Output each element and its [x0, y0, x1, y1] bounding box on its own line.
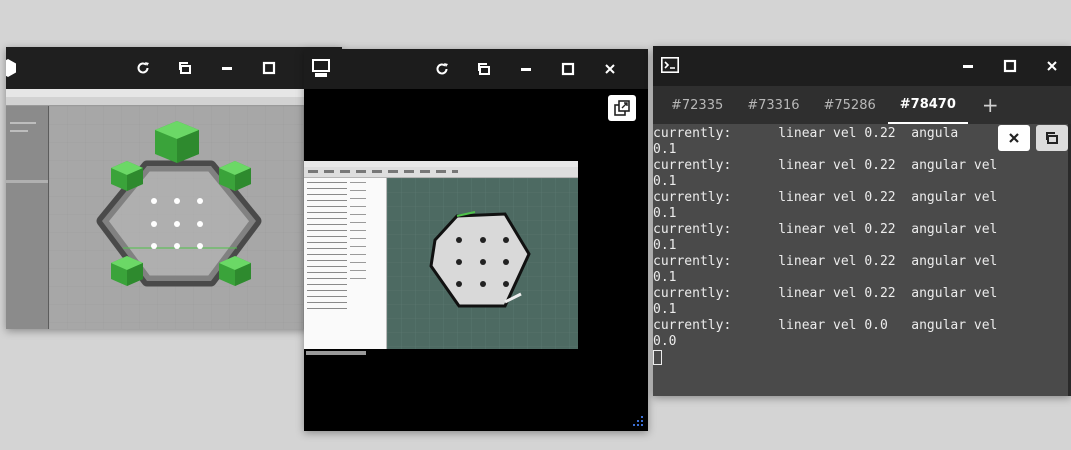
- terminal-line: 0.1: [653, 142, 677, 157]
- app-logo-icon: [6, 59, 16, 81]
- gazebo-menu-bar[interactable]: [6, 89, 342, 97]
- gazebo-app: [6, 89, 342, 329]
- gazebo-3d-scene[interactable]: [49, 106, 303, 329]
- maximize-icon: [561, 62, 575, 76]
- terminal-line: currently: linear vel 0.0 angular vel: [653, 318, 998, 333]
- maximize-icon: [262, 61, 276, 75]
- gazebo-window[interactable]: [6, 47, 342, 329]
- restore-icon: [1046, 132, 1058, 144]
- terminal-line: currently: linear vel 0.22 angular vel: [653, 190, 998, 205]
- terminal-line: currently: linear vel 0.22 angular vel: [653, 222, 998, 237]
- remote-desktop-icon: [312, 59, 330, 83]
- minimize-icon: [963, 65, 973, 68]
- terminal-line: 0.1: [653, 206, 677, 221]
- map-render: [387, 178, 578, 349]
- vnc-remote-screen[interactable]: [304, 89, 648, 431]
- terminal-line: 0.1: [653, 174, 677, 189]
- add-tab-button[interactable]: +: [968, 93, 1023, 117]
- restore-button[interactable]: [170, 53, 200, 83]
- close-icon: [605, 64, 615, 74]
- terminal-close-button[interactable]: [1037, 51, 1067, 81]
- close-icon: [1009, 133, 1019, 143]
- terminal-window[interactable]: #72335 #73316 #75286 #78470 + currently:…: [653, 46, 1071, 396]
- vnc-window[interactable]: [304, 49, 648, 431]
- vnc-maximize-button[interactable]: [553, 54, 583, 84]
- terminal-line: currently: linear vel 0.22 angular vel: [653, 158, 998, 173]
- terminal-minimize-button[interactable]: [953, 51, 983, 81]
- tab-78470[interactable]: #78470: [887, 86, 968, 124]
- terminal-line: 0.1: [653, 238, 677, 253]
- terminal-line: currently: linear vel 0.22 angular vel: [653, 254, 998, 269]
- terminal-line: currently: linear vel 0.22 angular vel: [653, 286, 998, 301]
- vnc-refresh-button[interactable]: [427, 54, 457, 84]
- rviz-displays-panel[interactable]: [304, 178, 387, 349]
- vnc-minimize-button[interactable]: [511, 54, 541, 84]
- refresh-button[interactable]: [128, 53, 158, 83]
- gazebo-titlebar[interactable]: [6, 47, 342, 89]
- vnc-status-text: [306, 351, 366, 355]
- resize-grip-icon[interactable]: [632, 415, 644, 427]
- terminal-text: currently: linear vel 0.22 angula 0.1 cu…: [653, 124, 1068, 368]
- terminal-output[interactable]: currently: linear vel 0.22 angula 0.1 cu…: [653, 124, 1068, 396]
- vnc-restore-button[interactable]: [469, 54, 499, 84]
- refresh-icon: [436, 63, 448, 75]
- floating-close-button[interactable]: [998, 125, 1030, 151]
- minimize-icon: [521, 68, 531, 71]
- terminal-cursor: [653, 350, 662, 365]
- minimize-button[interactable]: [212, 53, 242, 83]
- gazebo-toolbar[interactable]: [6, 97, 342, 106]
- tab-73316[interactable]: #73316: [735, 86, 811, 124]
- rviz-3d-view[interactable]: [387, 178, 578, 349]
- restore-icon: [478, 63, 490, 75]
- terminal-line: 0.1: [653, 270, 677, 285]
- maximize-icon: [1003, 59, 1017, 73]
- tab-72335[interactable]: #72335: [659, 86, 735, 124]
- terminal-icon: [661, 57, 679, 77]
- terminal-line: 0.1: [653, 302, 677, 317]
- vnc-close-button[interactable]: [595, 54, 625, 84]
- gazebo-side-panel[interactable]: [6, 106, 49, 329]
- vnc-titlebar[interactable]: [304, 49, 648, 89]
- floating-restore-button[interactable]: [1036, 125, 1068, 151]
- expand-button[interactable]: [608, 95, 636, 121]
- robot-arena-render: [49, 106, 303, 329]
- rviz-toolbar[interactable]: [304, 167, 578, 178]
- terminal-tab-bar: #72335 #73316 #75286 #78470 +: [653, 86, 1071, 124]
- close-icon: [1047, 61, 1057, 71]
- terminal-line: 0.0: [653, 334, 677, 349]
- terminal-titlebar[interactable]: [653, 46, 1071, 86]
- terminal-maximize-button[interactable]: [995, 51, 1025, 81]
- rviz-app[interactable]: [304, 161, 578, 349]
- maximize-button[interactable]: [254, 53, 284, 83]
- refresh-icon: [137, 62, 149, 74]
- restore-icon: [179, 62, 191, 74]
- tab-75286[interactable]: #75286: [812, 86, 888, 124]
- terminal-line: currently: linear vel 0.22 angula: [653, 126, 959, 141]
- floating-controls: [998, 125, 1068, 151]
- open-external-icon: [614, 100, 630, 116]
- minimize-icon: [222, 67, 232, 70]
